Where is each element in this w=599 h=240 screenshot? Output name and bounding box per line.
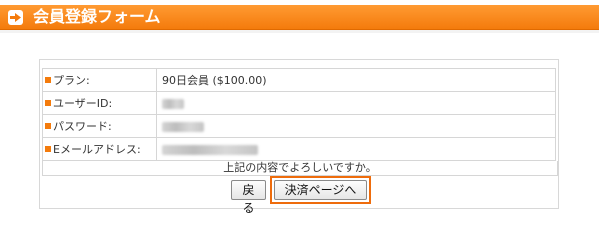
page-header: 会員登録フォーム — [0, 5, 599, 30]
bullet-square-icon — [45, 100, 51, 106]
plan-label: プラン: — [53, 74, 90, 87]
table-row: Eメールアドレス: — [42, 137, 556, 161]
plan-value: 90日会員 ($100.00) — [162, 74, 267, 87]
user-id-label: ユーザーID: — [53, 97, 113, 110]
table-row: プラン: 90日会員 ($100.00) — [42, 68, 556, 92]
row-label-cell: パスワード: — [42, 114, 157, 138]
row-label-cell: Eメールアドレス: — [42, 137, 157, 161]
row-value-cell — [156, 91, 556, 115]
row-label-cell: プラン: — [42, 68, 157, 92]
confirm-message: 上記の内容でよろしいですか。 — [42, 161, 558, 176]
table-row: パスワード: — [42, 114, 556, 138]
page-title: 会員登録フォーム — [33, 7, 161, 26]
password-redacted — [162, 121, 204, 132]
registration-summary-table: プラン: 90日会員 ($100.00) ユーザーID: パスワード: Eメール… — [42, 68, 556, 161]
row-value-cell: 90日会員 ($100.00) — [156, 68, 556, 92]
bullet-square-icon — [45, 123, 51, 129]
bullet-square-icon — [45, 146, 51, 152]
bullet-square-icon — [45, 77, 51, 83]
email-redacted — [162, 144, 258, 155]
table-row: ユーザーID: — [42, 91, 556, 115]
user-id-redacted — [162, 98, 184, 109]
arrow-right-icon — [8, 10, 23, 25]
row-value-cell — [156, 114, 556, 138]
back-button[interactable]: 戻る — [231, 180, 266, 215]
row-label-cell: ユーザーID: — [42, 91, 157, 115]
password-label: パスワード: — [53, 120, 112, 133]
email-label: Eメールアドレス: — [53, 143, 141, 156]
row-value-cell — [156, 137, 556, 161]
proceed-to-payment-button[interactable]: 決済ページへ — [274, 180, 367, 200]
header-divider — [0, 30, 599, 33]
